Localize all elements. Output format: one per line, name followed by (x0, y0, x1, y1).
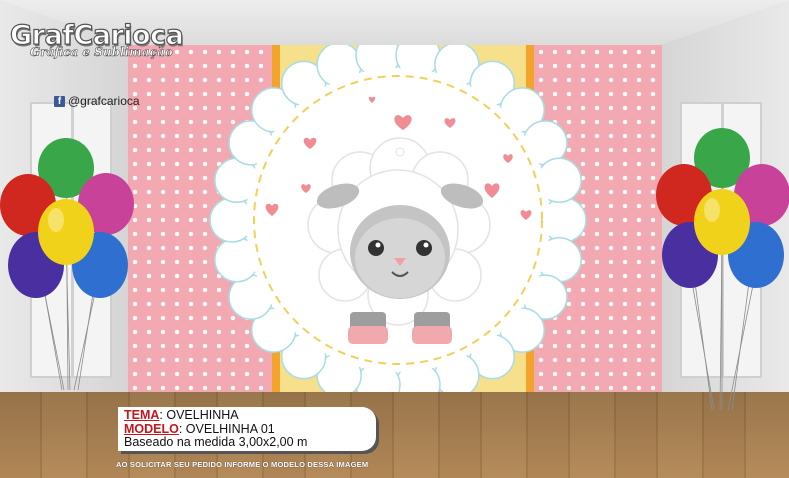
tema-label: TEMA (124, 408, 160, 422)
modelo-label: MODELO (124, 421, 179, 436)
modelo-value: : OVELHINHA 01 (178, 421, 275, 436)
tema-value: : OVELHINHA (159, 408, 239, 422)
order-notice: AO SOLICITAR SEU PEDIDO INFORME O MODELO… (116, 460, 369, 469)
product-info-card: TEMA: OVELHINHA MODELO: OVELHINHA 01 Bas… (118, 407, 376, 451)
logo-subtitle: Gráfica e Sublimação (30, 45, 173, 60)
balloon-bunch-left (0, 138, 134, 391)
modelo-line: MODELO: OVELHINHA 01 (124, 421, 376, 437)
facebook-icon: f (54, 95, 65, 107)
balloon-bunch-right (656, 128, 789, 411)
measure-line: Baseado na medida 3,00x2,00 m (124, 435, 308, 449)
tema-line: TEMA: OVELHINHA (124, 408, 376, 423)
brand-logo: GrafCarioca Gráfica e Sublimação (9, 19, 184, 60)
social-handle: f @grafcarioca (54, 94, 140, 108)
social-handle-text: @grafcarioca (68, 94, 140, 108)
